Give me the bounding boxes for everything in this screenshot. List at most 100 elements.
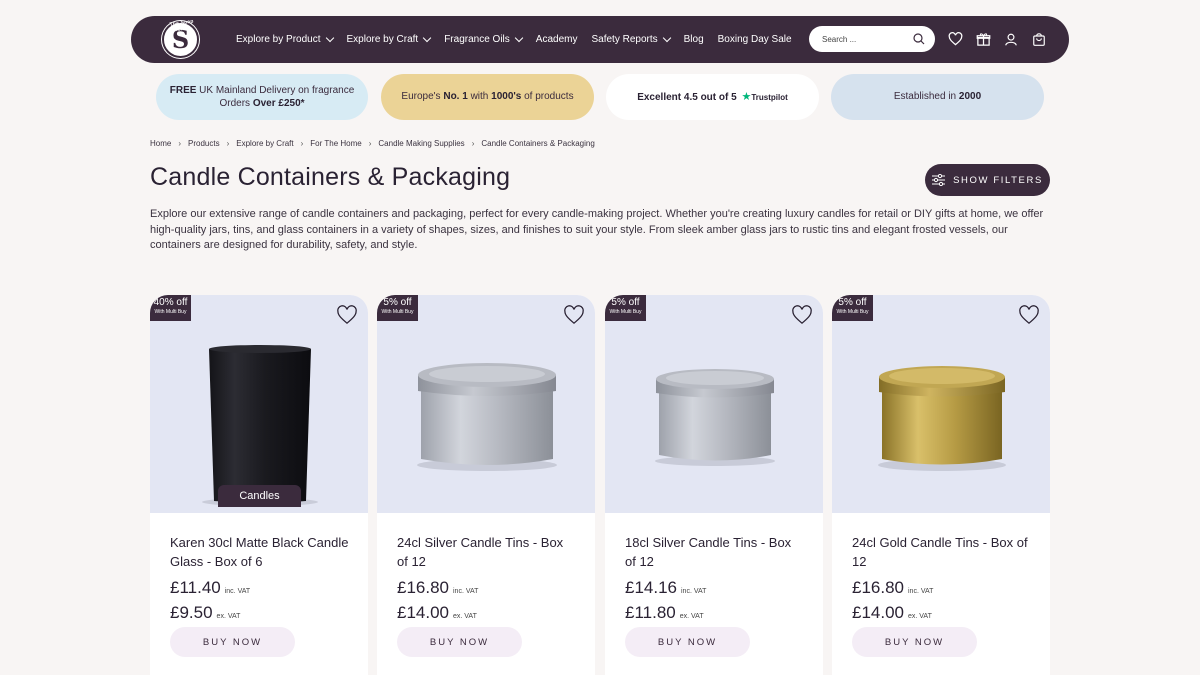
show-filters-button[interactable]: SHOW FILTERS: [925, 164, 1050, 196]
price-unit: ex. VAT: [453, 613, 477, 620]
filter-sliders-icon: [932, 174, 946, 186]
chevron-down-icon: [325, 33, 334, 43]
price-inc-vat: £14.16 inc. VAT: [625, 578, 706, 598]
product-image[interactable]: 5% off With Multi Buy: [605, 295, 823, 513]
product-image[interactable]: 5% off With Multi Buy: [832, 295, 1050, 513]
buy-now-button[interactable]: BUY NOW: [397, 627, 522, 657]
breadcrumb-separator: ›: [300, 139, 304, 148]
buy-now-button[interactable]: BUY NOW: [170, 627, 295, 657]
nav-item-blog[interactable]: Blog: [684, 34, 704, 45]
main-menu: Explore by Product Explore by Craft Frag…: [236, 16, 806, 63]
breadcrumb-separator: ›: [226, 139, 230, 148]
price-ex-vat: £14.00 ex. VAT: [852, 603, 932, 623]
price-unit: inc. VAT: [453, 588, 479, 595]
price-inc-vat: £11.40 inc. VAT: [170, 578, 250, 598]
breadcrumb-for-the-home[interactable]: For The Home: [310, 139, 361, 148]
search-icon[interactable]: [913, 33, 925, 45]
user-icon[interactable]: [1002, 30, 1020, 48]
promo-free-delivery: FREE UK Mainland Delivery on fragrance O…: [156, 74, 368, 120]
nav-item-fragrance-oils[interactable]: Fragrance Oils: [444, 33, 524, 45]
category-tag: Candles: [218, 485, 301, 507]
wishlist-heart-icon[interactable]: [1018, 305, 1040, 325]
bag-icon[interactable]: [1030, 30, 1048, 48]
search-box: [809, 26, 935, 52]
nav-item-explore-by-product[interactable]: Explore by Product: [236, 33, 334, 45]
promo-europe-no1: Europe's No. 1 with 1000's of products: [381, 74, 594, 120]
discount-badge: 5% off With Multi Buy: [605, 295, 646, 321]
logo-arc-text: The Soap Kitchen: [169, 18, 195, 34]
trustpilot-rating: Excellent 4.5 out of 5: [637, 91, 737, 103]
price-unit: inc. VAT: [908, 588, 934, 595]
silver-tin-18cl-image: [655, 369, 775, 466]
product-card[interactable]: 40% off With Multi Buy Candles Karen 30c…: [150, 295, 368, 675]
buy-now-button[interactable]: BUY NOW: [625, 627, 750, 657]
chevron-down-icon: [514, 33, 524, 43]
top-navigation: The Soap Kitchen S Explore by Product Ex…: [131, 16, 1069, 63]
wishlist-heart-icon[interactable]: [791, 305, 813, 325]
wishlist-heart-icon[interactable]: [336, 305, 358, 325]
show-filters-label: SHOW FILTERS: [953, 174, 1043, 186]
discount-badge: 5% off With Multi Buy: [377, 295, 418, 321]
nav-item-explore-by-craft[interactable]: Explore by Craft: [346, 33, 432, 45]
promo-delivery-free: FREE: [169, 84, 197, 96]
promo-europe-post: of products: [521, 91, 574, 103]
nav-item-label: Academy: [535, 34, 578, 45]
price-unit: ex. VAT: [216, 613, 241, 620]
nav-item-label: Boxing Day Sale: [717, 34, 792, 45]
gift-icon[interactable]: [974, 30, 992, 48]
heart-icon[interactable]: [946, 30, 964, 48]
nav-item-label: Safety Reports: [591, 34, 658, 45]
price-ex-vat: £11.80 ex. VAT: [625, 603, 704, 623]
wishlist-heart-icon[interactable]: [563, 305, 585, 325]
breadcrumb-home[interactable]: Home: [150, 139, 171, 148]
product-name[interactable]: Karen 30cl Matte Black Candle Glass - Bo…: [170, 534, 350, 571]
price-inc-vat: £16.80 inc. VAT: [852, 578, 933, 598]
breadcrumb-separator: ›: [471, 139, 475, 148]
price-value: £14.00: [852, 603, 904, 622]
nav-item-label: Fragrance Oils: [444, 34, 510, 45]
nav-icon-group: [946, 30, 1048, 48]
price-value: £14.00: [397, 603, 449, 622]
promo-established: Established in 2000: [831, 74, 1044, 120]
trustpilot-logo: Trustpilot: [751, 92, 788, 102]
price-value: £11.40: [170, 578, 221, 597]
promo-delivery-threshold: Over £250*: [252, 98, 305, 109]
price-value: £14.16: [625, 578, 677, 597]
buy-now-button[interactable]: BUY NOW: [852, 627, 977, 657]
product-name[interactable]: 24cl Gold Candle Tins - Box of 12: [852, 534, 1032, 571]
brand-logo[interactable]: The Soap Kitchen S: [162, 18, 199, 58]
nav-item-label: Explore by Product: [236, 34, 321, 45]
breadcrumb-separator: ›: [178, 139, 182, 148]
black-candle-glass-image: [202, 345, 318, 506]
trustpilot-star-icon: ★: [741, 90, 752, 103]
nav-item-boxing-day-sale[interactable]: Boxing Day Sale: [718, 34, 792, 45]
search-input[interactable]: [822, 34, 910, 44]
breadcrumb: Home › Products › Explore by Craft › For…: [150, 139, 595, 148]
product-image[interactable]: 40% off With Multi Buy Candles: [150, 295, 368, 513]
breadcrumb-separator: ›: [368, 139, 372, 148]
nav-item-label: Blog: [683, 34, 704, 45]
product-card[interactable]: 5% off With Multi Buy 18cl Silver Candle…: [605, 295, 823, 675]
product-card[interactable]: 5% off With Multi Buy 24cl Gold Candle T…: [832, 295, 1050, 675]
silver-tin-24cl-image: [417, 363, 557, 471]
promo-europe-pre: Europe's: [401, 91, 444, 103]
price-inc-vat: £16.80 inc. VAT: [397, 578, 478, 598]
product-name[interactable]: 18cl Silver Candle Tins - Box of 12: [625, 534, 805, 571]
nav-item-safety-reports[interactable]: Safety Reports: [591, 33, 671, 45]
chevron-down-icon: [422, 33, 432, 43]
promo-europe-mid: with: [467, 91, 492, 103]
breadcrumb-explore-by-craft[interactable]: Explore by Craft: [236, 139, 293, 148]
breadcrumb-current: Candle Containers & Packaging: [481, 139, 595, 148]
promo-europe-rank: No. 1: [443, 91, 468, 103]
promo-trustpilot[interactable]: Excellent 4.5 out of 5 ★Trustpilot: [606, 74, 819, 120]
nav-item-academy[interactable]: Academy: [536, 34, 578, 45]
product-image[interactable]: 5% off With Multi Buy: [377, 295, 595, 513]
product-card[interactable]: 5% off With Multi Buy 24cl Silver Candle…: [377, 295, 595, 675]
breadcrumb-candle-making-supplies[interactable]: Candle Making Supplies: [378, 139, 464, 148]
price-unit: inc. VAT: [681, 588, 707, 595]
breadcrumb-products[interactable]: Products: [188, 139, 220, 148]
price-value: £16.80: [852, 578, 904, 597]
promo-europe-count: 1000's: [491, 91, 522, 103]
nav-item-label: Explore by Craft: [346, 34, 419, 45]
product-name[interactable]: 24cl Silver Candle Tins - Box of 12: [397, 534, 577, 571]
